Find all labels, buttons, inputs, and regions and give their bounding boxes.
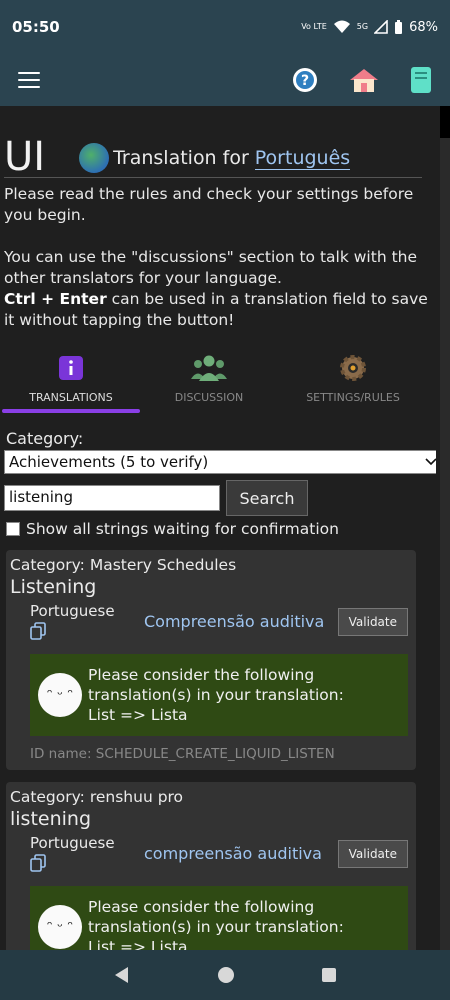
category-select[interactable]: Achievements (5 to verify) xyxy=(4,450,436,474)
help-icon[interactable]: ? xyxy=(292,67,318,93)
people-icon xyxy=(191,355,227,381)
svg-text:?: ? xyxy=(301,73,309,89)
network-indicator: 5G xyxy=(356,22,369,31)
menu-icon[interactable] xyxy=(18,72,40,88)
show-waiting-row: Show all strings waiting for confirmatio… xyxy=(6,520,436,538)
shortcut-text: Ctrl + Enter xyxy=(4,290,107,308)
wifi-icon xyxy=(333,20,350,33)
translation-prefix: Translation for xyxy=(113,147,249,169)
validate-button[interactable]: Validate xyxy=(337,840,408,868)
translation-language: Portuguese xyxy=(30,602,115,620)
info-icon xyxy=(59,356,83,380)
intro-paragraph-2: You can use the "discussions" section to… xyxy=(4,248,428,329)
battery-icon xyxy=(395,19,403,34)
battery-percent: 68% xyxy=(409,19,438,35)
chevron-down-icon xyxy=(425,458,436,466)
id-name: ID name: SCHEDULE_CREATE_LIQUID_LISTEN xyxy=(30,746,335,762)
globe-icon xyxy=(79,143,110,173)
tab-translations[interactable]: TRANSLATIONS xyxy=(2,343,140,413)
hint-text: Please consider the following translatio… xyxy=(88,666,344,704)
tab-discussion[interactable]: DISCUSSION xyxy=(140,343,278,413)
gear-icon xyxy=(340,355,366,381)
system-nav-bar xyxy=(0,950,450,1000)
translation-row: Portuguese Compreensão auditiva Validate xyxy=(10,602,412,644)
hint-text: Please consider the following translatio… xyxy=(88,898,344,936)
card-string: Listening xyxy=(10,576,97,598)
translation-hint: ᵔ ᵕ ᵔ Please consider the following tran… xyxy=(30,886,408,950)
card-category: Category: renshuu pro xyxy=(10,788,184,806)
search-button[interactable]: Search xyxy=(226,480,308,516)
card-category: Category: Mastery Schedules xyxy=(10,556,237,574)
page-title: UI xyxy=(4,134,46,180)
scrollbar-thumb[interactable] xyxy=(440,106,450,138)
tab-bar: TRANSLATIONS DISCUSSION SETTINGS/RULES xyxy=(0,343,436,413)
status-bar: 05:50 Vo LTE 5G 68% xyxy=(0,0,450,54)
copy-icon[interactable] xyxy=(30,854,46,872)
back-icon[interactable] xyxy=(113,966,131,984)
translation-card: Category: Mastery Schedules Listening Po… xyxy=(6,550,416,770)
search-input[interactable]: listening xyxy=(4,485,220,511)
status-icons: Vo LTE 5G 68% xyxy=(301,19,438,35)
recents-icon[interactable] xyxy=(321,967,337,983)
show-waiting-checkbox[interactable] xyxy=(6,522,20,536)
signal-icon xyxy=(374,20,388,34)
volte-indicator: Vo LTE xyxy=(301,22,327,31)
translation-card: Category: renshuu pro listening Portugue… xyxy=(6,782,416,950)
validate-button[interactable]: Validate xyxy=(337,608,408,636)
search-row: listening Search xyxy=(4,480,436,516)
scrollbar[interactable] xyxy=(440,106,450,950)
home-icon[interactable] xyxy=(348,67,380,93)
copy-icon[interactable] xyxy=(30,622,46,640)
status-time: 05:50 xyxy=(12,18,60,36)
translation-value[interactable]: Compreensão auditiva xyxy=(144,602,338,631)
main-content[interactable]: UI Translation for Português Please read… xyxy=(0,106,436,950)
mascot-icon: ᵔ ᵕ ᵔ xyxy=(38,673,82,717)
translation-row: Portuguese compreensão auditiva Validate xyxy=(10,834,412,876)
home-button-icon[interactable] xyxy=(217,966,235,984)
language-link[interactable]: Português xyxy=(254,147,351,170)
app-bar: ? xyxy=(0,54,450,106)
translation-language: Portuguese xyxy=(30,834,115,852)
hint-glossary: List => Lista xyxy=(88,706,188,724)
show-waiting-label: Show all strings waiting for confirmatio… xyxy=(26,520,339,538)
translation-hint: ᵔ ᵕ ᵔ Please consider the following tran… xyxy=(30,654,408,736)
hint-glossary: List => Lista xyxy=(88,938,188,950)
page-title-row: UI Translation for Português xyxy=(4,106,422,178)
intro-text: Please read the rules and check your set… xyxy=(0,178,436,331)
intro-paragraph-1: Please read the rules and check your set… xyxy=(4,185,414,224)
tab-settings-rules[interactable]: SETTINGS/RULES xyxy=(278,343,428,413)
card-string: listening xyxy=(10,808,92,830)
book-icon[interactable] xyxy=(410,66,432,94)
category-label: Category: xyxy=(6,429,84,448)
mascot-icon: ᵔ ᵕ ᵔ xyxy=(38,905,82,949)
translation-heading: Translation for Português xyxy=(79,143,351,177)
translation-value[interactable]: compreensão auditiva xyxy=(144,834,338,863)
